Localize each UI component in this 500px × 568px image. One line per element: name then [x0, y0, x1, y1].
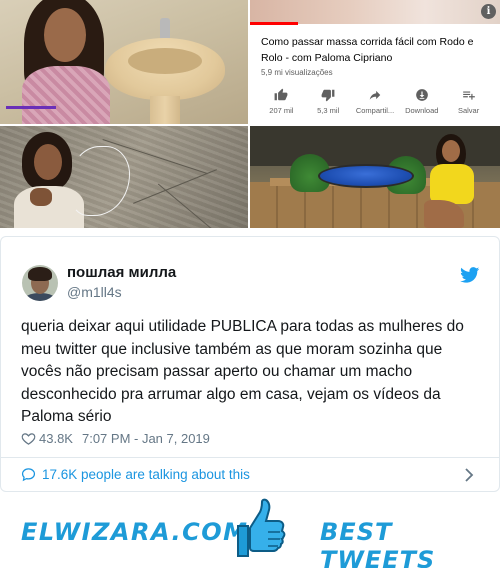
video-actions-bar: 207 mil 5,3 mil Compartil... Download Sa…	[250, 84, 500, 124]
person-face	[34, 144, 62, 180]
video-title[interactable]: Como passar massa corrida fácil com Rodo…	[261, 34, 491, 66]
save-button[interactable]: Salvar	[447, 84, 491, 124]
video-still-pool[interactable]	[250, 126, 500, 228]
site-name[interactable]: ELWIZARA.COM	[21, 518, 249, 546]
person-hand	[30, 188, 52, 206]
user-handle[interactable]: @m1ll4s	[67, 284, 122, 300]
video-still-bathroom-sink[interactable]	[0, 0, 248, 124]
tweet-text: queria deixar aqui utilidade PUBLICA par…	[21, 318, 464, 426]
person-face	[442, 140, 460, 162]
info-icon[interactable]: i	[481, 4, 496, 19]
channel-watermark	[6, 106, 56, 109]
sink-pedestal	[150, 96, 180, 124]
like-button[interactable]: 207 mil	[259, 84, 303, 124]
heart-icon[interactable]	[21, 431, 36, 446]
yellow-dress	[430, 164, 474, 204]
conversation-link[interactable]: 17.6K people are talking about this	[21, 467, 250, 482]
person-top	[22, 66, 110, 124]
download-button[interactable]: Download	[400, 84, 444, 124]
sink-basin	[128, 48, 202, 74]
display-name[interactable]: пошлая милла	[67, 264, 176, 281]
video-thumbnail-strip[interactable]	[250, 0, 500, 24]
save-label: Salvar	[457, 106, 480, 115]
youtube-video-card[interactable]: i Como passar massa corrida fácil com Ro…	[250, 0, 500, 124]
thumbs-up-icon	[274, 88, 288, 101]
add-to-playlist-icon	[462, 91, 475, 100]
video-views: 5,9 mi visualizações	[261, 68, 333, 77]
video-still-wall-repair[interactable]	[0, 126, 248, 228]
download-icon	[415, 89, 428, 101]
speech-bubble-icon	[21, 468, 36, 482]
avatar-hair	[28, 267, 52, 281]
avatar[interactable]	[22, 265, 58, 301]
like-count: 207 mil	[269, 106, 294, 115]
dislike-count: 5,3 mil	[317, 106, 340, 115]
thumbs-up-logo-icon	[237, 498, 286, 557]
chevron-right-icon[interactable]	[463, 467, 475, 483]
share-button[interactable]: Compartil...	[353, 84, 397, 124]
share-label: Compartil...	[355, 106, 395, 115]
tweet-media-collage[interactable]: i Como passar massa corrida fácil com Ro…	[0, 0, 500, 228]
dislike-button[interactable]: 5,3 mil	[306, 84, 350, 124]
video-progress-bar	[250, 22, 298, 25]
share-icon	[369, 90, 381, 100]
twitter-bird-icon[interactable]	[460, 267, 480, 283]
person-face	[44, 8, 86, 62]
download-label: Download	[405, 106, 439, 115]
footer-banner: ELWIZARA.COM BEST TWEETS	[0, 494, 500, 568]
banner-tagline: BEST TWEETS	[320, 518, 436, 568]
like-count[interactable]: 43.8K	[39, 431, 73, 446]
blue-pool	[318, 164, 414, 188]
thumbs-down-icon	[321, 89, 335, 102]
talking-count-label[interactable]: 17.6K people are talking about this	[42, 467, 250, 482]
divider	[1, 457, 499, 458]
tweet-timestamp[interactable]: 7:07 PM - Jan 7, 2019	[82, 431, 210, 446]
avatar-shirt	[24, 293, 56, 301]
embedded-tweet[interactable]: пошлая милла @m1ll4s queria deixar aqui …	[0, 236, 500, 492]
tweet-meta: 43.8K 7:07 PM - Jan 7, 2019	[21, 429, 210, 447]
